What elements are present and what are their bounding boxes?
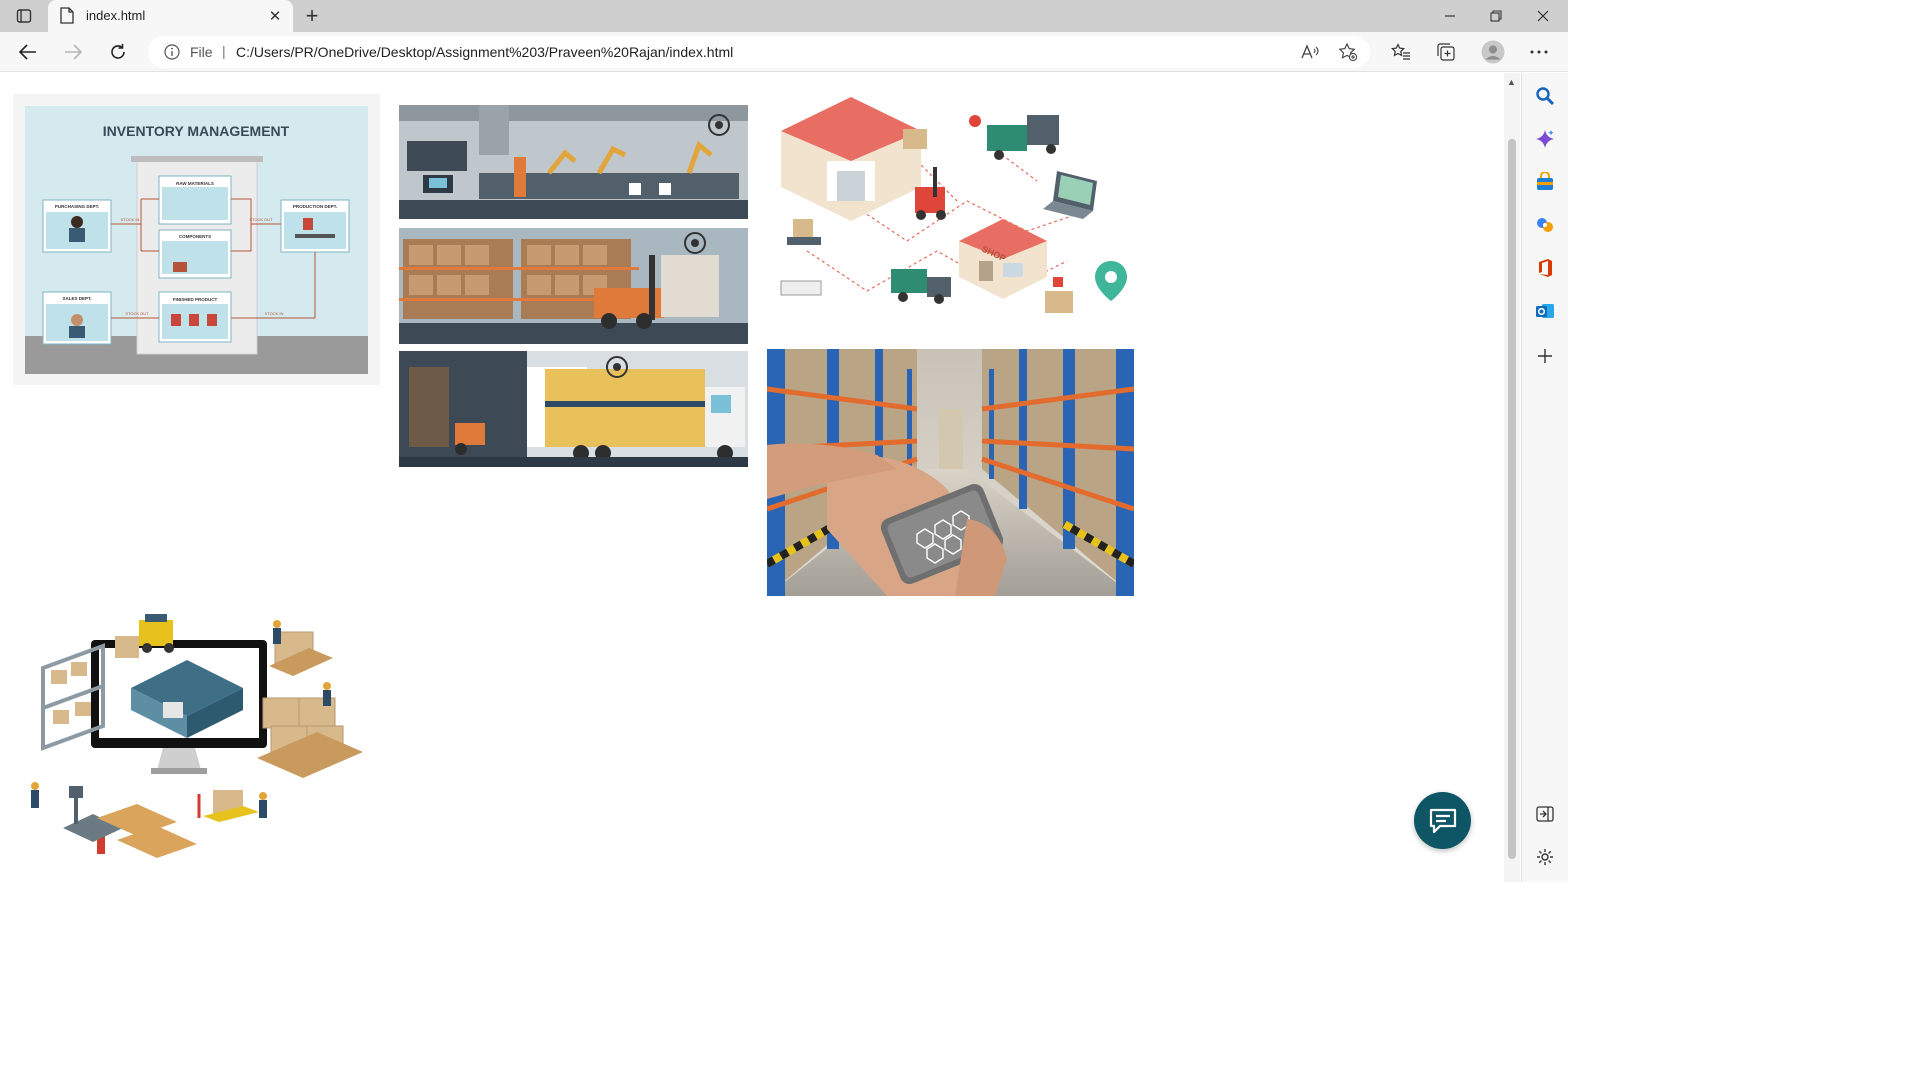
svg-text:COMPONENTS: COMPONENTS <box>179 234 211 239</box>
factory-warehouse-truck-image <box>399 105 748 467</box>
scroll-up-icon[interactable]: ▲ <box>1507 77 1516 87</box>
edge-sidebar <box>1521 73 1568 882</box>
scheme-separator: | <box>222 43 226 59</box>
close-window-button[interactable] <box>1520 0 1566 32</box>
svg-text:PRODUCTION DEPT.: PRODUCTION DEPT. <box>293 204 337 209</box>
svg-text:RAW MATERIALS: RAW MATERIALS <box>176 181 214 186</box>
svg-text:STOCK IN: STOCK IN <box>265 311 284 316</box>
search-icon[interactable] <box>1534 85 1556 107</box>
page-scrollbar[interactable]: ▲ <box>1504 73 1520 882</box>
supply-chain-network-image: SHOP <box>767 91 1133 335</box>
chat-icon <box>1429 808 1456 833</box>
address-bar[interactable]: File | C:/Users/PR/OneDrive/Desktop/Assi… <box>148 36 1370 68</box>
tab-title: index.html <box>86 8 146 23</box>
svg-text:SALES DEPT.: SALES DEPT. <box>62 296 91 301</box>
restore-button[interactable] <box>1473 0 1519 32</box>
chat-button[interactable] <box>1414 792 1471 849</box>
outlook-icon[interactable] <box>1534 300 1556 322</box>
minimize-button[interactable] <box>1427 0 1473 32</box>
svg-text:PURCHASING DEPT.: PURCHASING DEPT. <box>55 204 99 209</box>
back-button[interactable] <box>14 38 42 66</box>
inventory-title: INVENTORY MANAGEMENT <box>103 123 290 139</box>
info-icon[interactable] <box>164 44 180 60</box>
hide-sidebar-icon[interactable] <box>1534 803 1556 825</box>
add-favorite-icon[interactable] <box>1338 42 1358 62</box>
warehouse-monitor-image <box>13 608 366 863</box>
scroll-thumb[interactable] <box>1508 139 1516 859</box>
browser-toolbar: File | C:/Users/PR/OneDrive/Desktop/Assi… <box>0 32 1568 72</box>
url-text[interactable]: C:/Users/PR/OneDrive/Desktop/Assignment%… <box>236 44 733 60</box>
favorites-icon[interactable] <box>1389 40 1413 64</box>
copilot-icon[interactable] <box>1534 128 1556 150</box>
close-tab-icon[interactable]: ✕ <box>265 6 285 26</box>
refresh-button[interactable] <box>104 38 132 66</box>
svg-text:STOCK OUT: STOCK OUT <box>125 311 149 316</box>
page-viewport: INVENTORY MANAGEMENT RAW MATERIALS COMPO… <box>0 73 1504 882</box>
add-sidebar-app-icon[interactable] <box>1534 345 1556 367</box>
scheme-label: File <box>190 44 213 60</box>
tools-icon[interactable] <box>1534 214 1556 236</box>
forward-button[interactable] <box>59 38 87 66</box>
new-tab-button[interactable]: + <box>300 3 324 28</box>
svg-text:STOCK IN: STOCK IN <box>121 217 140 222</box>
title-bar: index.html ✕ + <box>0 0 1568 32</box>
settings-more-icon[interactable] <box>1527 40 1551 64</box>
svg-text:FINISHED PRODUCT: FINISHED PRODUCT <box>173 297 218 302</box>
office-icon[interactable] <box>1534 257 1556 279</box>
profile-avatar[interactable] <box>1481 40 1505 64</box>
warehouse-phone-photo <box>767 349 1134 596</box>
sidebar-settings-icon[interactable] <box>1534 846 1556 868</box>
read-aloud-icon[interactable] <box>1300 43 1320 61</box>
collections-icon[interactable] <box>1434 40 1458 64</box>
inventory-management-image: INVENTORY MANAGEMENT RAW MATERIALS COMPO… <box>13 94 380 385</box>
browser-tab[interactable]: index.html ✕ <box>48 0 293 32</box>
tab-actions-icon[interactable] <box>14 6 34 26</box>
svg-text:STOCK OUT: STOCK OUT <box>249 217 273 222</box>
shopping-icon[interactable] <box>1534 171 1556 193</box>
file-icon <box>60 7 76 25</box>
